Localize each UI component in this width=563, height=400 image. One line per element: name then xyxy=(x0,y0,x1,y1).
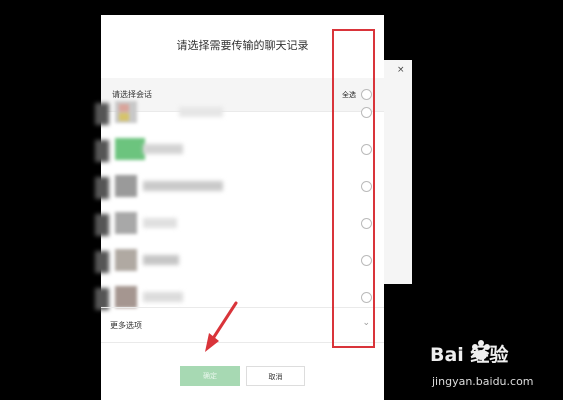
blurred-edge xyxy=(95,214,109,236)
red-arrow-icon xyxy=(205,301,238,352)
blurred-edge xyxy=(95,177,109,199)
blurred-name xyxy=(143,292,183,302)
highlight-box xyxy=(332,29,375,348)
blurred-name xyxy=(179,107,223,117)
baidu-watermark: Bai 经验 jingyan.baidu.com xyxy=(410,340,560,400)
background-window xyxy=(384,60,412,284)
cancel-button[interactable]: 取消 xyxy=(246,366,305,386)
blurred-name xyxy=(143,181,223,191)
avatar xyxy=(115,138,145,160)
blurred-edge xyxy=(95,103,109,125)
avatar xyxy=(115,101,137,123)
watermark-url: jingyan.baidu.com xyxy=(432,375,534,388)
blurred-edge xyxy=(95,140,109,162)
close-icon[interactable]: × xyxy=(397,66,405,75)
avatar xyxy=(115,286,137,308)
avatar xyxy=(115,175,137,197)
blurred-name xyxy=(143,255,179,265)
blurred-edge xyxy=(95,251,109,273)
blurred-name xyxy=(143,144,183,154)
paw-icon xyxy=(472,340,490,360)
avatar xyxy=(115,212,137,234)
confirm-button[interactable]: 确定 xyxy=(180,366,240,386)
avatar xyxy=(115,249,137,271)
blurred-name xyxy=(143,218,177,228)
more-options-label: 更多选项 xyxy=(110,321,142,330)
